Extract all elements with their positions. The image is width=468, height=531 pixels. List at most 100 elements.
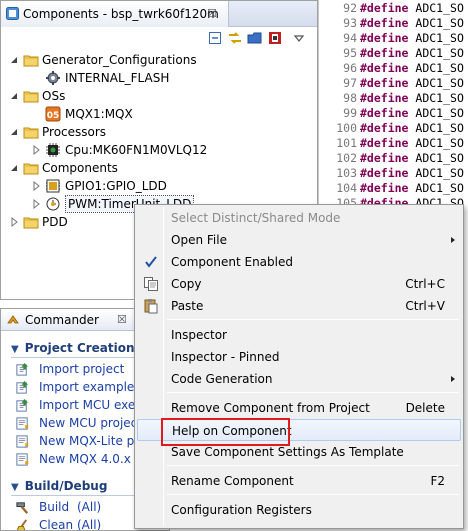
tree-item[interactable]: Components [1,159,317,177]
code-line: 100 #define ADC1_SO [319,121,464,136]
line-number: 94 [343,31,357,45]
define-keyword: #define [360,1,409,15]
code-line: 99 #define ADC1_SO [319,106,464,121]
svg-text:05: 05 [47,111,60,121]
line-number: 103 [336,166,357,180]
menu-item-shortcut: Ctrl+V [405,299,445,313]
commander-tab-title: Commander [25,313,99,327]
menu-item-copy[interactable]: Copy Ctrl+C [137,273,461,295]
define-keyword: #define [360,166,409,180]
menu-item-inspector[interactable]: Inspector [137,324,461,346]
collapse-all-icon[interactable] [207,30,223,46]
menu-item-open-file[interactable]: Open File [137,229,461,251]
menu-separator [167,319,459,320]
menu-item-label: Rename Component [171,474,294,488]
menu-item-save-component-settings-as-template[interactable]: Save Component Settings As Template [137,441,461,463]
commander-link-suffix: (All) [77,518,102,531]
components-tab-title: Components - bsp_twrk60f120m [23,7,219,21]
macro-name: ADC1_SO [415,46,464,60]
tree-item-label: GPIO1:GPIO_LDD [65,179,167,193]
components-view-icon [6,7,19,20]
submenu-arrow-icon [451,237,455,243]
commander-link-label: New MQX-Lite pro [39,434,147,448]
tree-item[interactable]: OSs [1,87,317,105]
define-keyword: #define [360,121,409,135]
tree-item[interactable]: 05 MQX1:MQX [1,105,317,123]
code-line: 98 #define ADC1_SO [319,91,464,106]
menu-item-remove-component-from-project[interactable]: Remove Component from Project Delete [137,397,461,419]
menu-separator [167,465,459,466]
open-folder-icon[interactable] [247,30,263,46]
folder-icon [23,55,39,67]
new-project-icon [16,435,29,448]
menu-item-code-generation[interactable]: Code Generation [137,368,461,390]
define-keyword: #define [360,136,409,150]
line-number: 92 [343,1,357,15]
tree-item[interactable]: Cpu:MK60FN1M0VLQ12 [1,141,317,159]
line-number: 102 [336,151,357,165]
tree-item[interactable]: GPIO1:GPIO_LDD [1,177,317,195]
commander-icon [7,315,19,324]
tree-item[interactable]: Generator_Configurations [1,51,317,69]
code-line: 93 #define ADC1_SO [319,16,464,31]
new-project-icon [16,453,29,466]
expanded-twisty-icon[interactable] [9,127,19,137]
define-keyword: #define [360,76,409,90]
menu-item-label: Component Enabled [171,255,293,269]
line-number: 98 [343,91,357,105]
os-component-icon: 05 [45,106,61,122]
expanded-twisty-icon[interactable] [9,55,19,65]
section-header[interactable]: ▼ Project Creation [11,339,135,357]
broom-icon [16,519,28,530]
define-keyword: #define [360,151,409,165]
context-menu: Select Distinct/Shared Mode Open File Comp… [134,204,464,529]
line-number: 93 [343,16,357,30]
cpu-icon [46,143,60,157]
code-line: 102 #define ADC1_SO [319,151,464,166]
menu-item-configuration-registers[interactable]: Configuration Registers [137,499,461,521]
collapsed-twisty-icon[interactable] [31,145,41,155]
commander-link-suffix: (All) [77,500,102,514]
tree-item[interactable]: INTERNAL_FLASH [1,69,317,87]
import-icon [16,362,29,376]
line-number: 104 [336,181,357,195]
macro-name: ADC1_SO [415,91,464,105]
menu-item-component-enabled[interactable]: Component Enabled [137,251,461,273]
collapsed-twisty-icon[interactable] [31,181,41,191]
close-icon[interactable]: ☒ [207,1,217,27]
menu-item-label: Select Distinct/Shared Mode [171,211,341,225]
filter-icon[interactable] [267,30,283,46]
section-title: Build/Debug [24,479,108,493]
component-icon [46,179,60,193]
expanded-twisty-icon[interactable] [9,163,19,173]
folder-icon [23,127,39,139]
code-line: 101 #define ADC1_SO [319,136,464,151]
menu-item-label: Save Component Settings As Template [171,445,404,459]
collapsed-twisty-icon[interactable] [31,199,41,209]
menu-item-rename-component[interactable]: Rename Component F2 [137,470,461,492]
define-keyword: #define [360,46,409,60]
menu-item-label: Inspector - Pinned [171,350,280,364]
menu-item-help-on-component[interactable]: Help on Component [137,419,461,441]
menu-separator [167,494,459,495]
check-icon [145,256,157,268]
close-icon[interactable]: ☒ [117,309,127,331]
commander-tab[interactable]: Commander ☒ [1,309,127,331]
tree-item[interactable]: Processors [1,123,317,141]
expanded-twisty-icon[interactable] [9,91,19,101]
view-menu-icon[interactable] [291,30,307,46]
collapsed-twisty-icon[interactable] [9,217,19,227]
macro-name: ADC1_SO [415,181,464,195]
macro-name: ADC1_SO [415,1,464,15]
define-keyword: #define [360,61,409,75]
section-header[interactable]: ▼ Build/Debug [11,477,107,495]
menu-item-label: Help on Component [172,424,292,438]
code-line: 92 #define ADC1_SO [319,1,464,16]
link-with-editor-icon[interactable] [227,30,243,46]
menu-item-inspector-pinned[interactable]: Inspector - Pinned [137,346,461,368]
menu-item-paste[interactable]: Paste Ctrl+V [137,295,461,317]
submenu-arrow-icon [451,376,455,382]
components-tab[interactable]: Components - bsp_twrk60f120m ☒ [1,1,229,27]
line-number: 101 [336,136,357,150]
menu-item-label: Remove Component from Project [171,401,370,415]
